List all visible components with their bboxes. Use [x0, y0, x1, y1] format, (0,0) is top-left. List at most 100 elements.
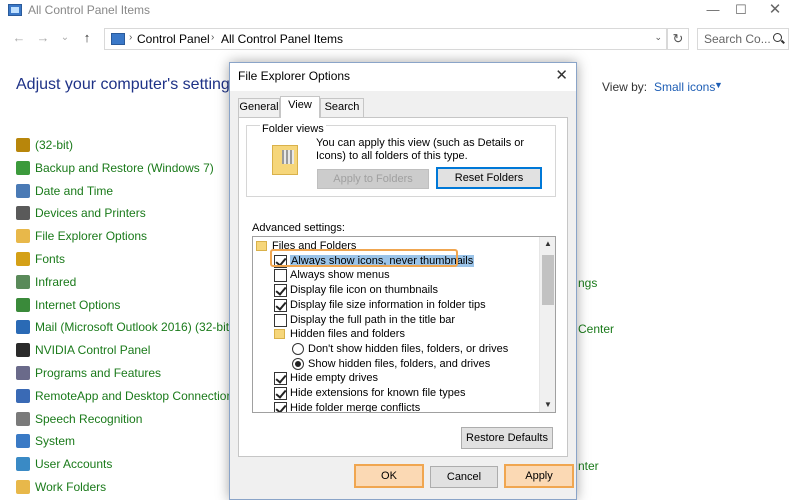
control-panel-icon — [111, 33, 125, 45]
restore-defaults-button[interactable]: Restore Defaults — [461, 427, 553, 449]
control-panel-item-label[interactable]: Devices and Printers — [35, 206, 146, 220]
breadcrumb-all-items[interactable]: All Control Panel Items — [221, 32, 343, 46]
breadcrumb-separator-icon[interactable]: › — [211, 32, 214, 43]
dialog-titlebar: File Explorer Options ✕ — [230, 63, 576, 91]
backup-icon — [16, 160, 30, 175]
address-dropdown-icon[interactable]: ⌄ — [654, 32, 662, 43]
control-panel-item-label[interactable]: Speech Recognition — [35, 412, 142, 426]
tree-checkbox-option[interactable]: Display the full path in the title bar — [253, 313, 537, 328]
checkbox[interactable] — [274, 284, 287, 298]
radio-button[interactable] — [292, 357, 304, 370]
tree-row-label: Show hidden files, folders, and drives — [308, 357, 491, 370]
tree-checkbox-option[interactable]: Hide empty drives — [253, 371, 537, 386]
highlight-outline — [270, 249, 458, 267]
tree-radio-option[interactable]: Show hidden files, folders, and drives — [253, 357, 537, 372]
tab-general[interactable]: General — [238, 98, 280, 117]
checkbox[interactable] — [274, 387, 287, 400]
checkbox[interactable] — [274, 269, 287, 283]
globe-icon — [16, 297, 30, 312]
control-panel-icon — [8, 4, 22, 16]
search-input[interactable]: Search Co... — [697, 28, 789, 50]
scroll-thumb[interactable] — [542, 255, 554, 305]
refresh-icon[interactable]: ↻ — [667, 28, 689, 50]
vertical-scrollbar[interactable]: ▲ ▼ — [539, 237, 555, 412]
ok-button[interactable]: OK — [354, 464, 424, 488]
tab-view[interactable]: View — [280, 96, 320, 118]
control-panel-item-label[interactable]: Mail (Microsoft Outlook 2016) (32-bit) — [35, 320, 233, 334]
control-panel-item-label[interactable]: Work Folders — [35, 480, 106, 494]
control-panel-item-label[interactable]: Fonts — [35, 252, 65, 266]
recent-locations-icon[interactable]: ⌄ — [56, 29, 74, 47]
up-arrow-icon[interactable]: ↑ — [78, 29, 96, 47]
infrared-icon — [16, 274, 30, 289]
control-panel-item-label[interactable]: User Accounts — [35, 457, 112, 471]
java-icon — [16, 138, 30, 152]
checkbox[interactable] — [274, 313, 287, 327]
forward-arrow-icon[interactable]: → — [34, 29, 52, 47]
partial-item-label[interactable]: Center — [578, 322, 614, 336]
control-panel-item-label[interactable]: NVIDIA Control Panel — [35, 343, 150, 357]
window-title: All Control Panel Items — [28, 3, 151, 17]
tree-row-label: Hide empty drives — [290, 372, 379, 385]
folder-views-description: You can apply this view (such as Details… — [316, 137, 525, 162]
clock-icon — [16, 183, 30, 198]
partial-item-label[interactable]: nter — [578, 459, 599, 473]
search-placeholder: Search Co... — [704, 32, 771, 46]
tree-row-label: Don't show hidden files, folders, or dri… — [308, 342, 509, 355]
folder-icon — [274, 329, 285, 340]
breadcrumb-control-panel[interactable]: Control Panel — [137, 32, 210, 46]
control-panel-item-label[interactable]: Infrared — [35, 275, 76, 289]
address-bar[interactable]: › Control Panel › All Control Panel Item… — [104, 28, 667, 50]
folder-icon — [256, 241, 267, 251]
checkbox[interactable] — [274, 298, 287, 312]
back-arrow-icon[interactable]: ← — [10, 29, 28, 47]
folder-view-icon — [272, 145, 298, 175]
control-panel-item-label[interactable]: Programs and Features — [35, 366, 161, 380]
checkbox[interactable] — [274, 372, 287, 386]
reset-folders-button[interactable]: Reset Folders — [436, 167, 542, 189]
tab-search[interactable]: Search — [320, 98, 364, 117]
work-folder-icon — [16, 480, 30, 494]
mail-icon — [16, 320, 30, 335]
close-button[interactable]: ✕ — [752, 0, 798, 22]
view-by-arrow-icon[interactable]: ▼ — [714, 80, 723, 90]
cancel-button[interactable]: Cancel — [430, 466, 498, 488]
scroll-down-icon[interactable]: ▼ — [540, 398, 555, 412]
tree-row-label: Display the full path in the title bar — [290, 313, 456, 326]
control-panel-item-label[interactable]: Date and Time — [35, 184, 113, 198]
tree-row-label: Hide extensions for known file types — [290, 387, 466, 399]
tree-category: Hidden files and folders — [253, 327, 537, 342]
control-panel-item-label[interactable]: File Explorer Options — [35, 229, 147, 243]
search-icon[interactable] — [773, 33, 782, 42]
view-by-dropdown[interactable]: Small icons — [654, 80, 715, 94]
tree-checkbox-option[interactable]: Always show menus — [253, 268, 537, 283]
folder-views-label: Folder views — [260, 123, 326, 135]
tree-checkbox-option[interactable]: Display file icon on thumbnails — [253, 283, 537, 298]
remote-icon — [16, 388, 30, 403]
control-panel-item-label[interactable]: Internet Options — [35, 298, 120, 312]
advanced-settings-label: Advanced settings: — [252, 222, 345, 234]
font-icon — [16, 252, 30, 266]
control-panel-item-label[interactable]: (32-bit) — [35, 138, 73, 152]
apply-to-folders-button[interactable]: Apply to Folders — [317, 169, 429, 189]
tree-radio-option[interactable]: Don't show hidden files, folders, or dri… — [253, 342, 537, 357]
tree-checkbox-option[interactable]: Hide folder merge conflicts — [253, 401, 537, 413]
nvidia-icon — [16, 343, 30, 358]
tree-checkbox-option[interactable]: Display file size information in folder … — [253, 298, 537, 313]
page-title: Adjust your computer's settings — [16, 76, 238, 93]
tree-row-label: Hide folder merge conflicts — [290, 401, 421, 413]
tree-checkbox-option[interactable]: Hide extensions for known file types — [253, 386, 537, 401]
dialog-close-icon[interactable]: ✕ — [555, 66, 568, 84]
control-panel-item-label[interactable]: Backup and Restore (Windows 7) — [35, 161, 214, 175]
window-titlebar: All Control Panel Items — ☐ ✕ — [0, 0, 800, 22]
control-panel-item-label[interactable]: System — [35, 434, 75, 448]
control-panel-item-label[interactable]: RemoteApp and Desktop Connections — [35, 389, 239, 403]
programs-icon — [16, 366, 30, 380]
partial-item-label[interactable]: ngs — [578, 276, 597, 290]
view-by-label: View by: — [602, 80, 648, 94]
scroll-up-icon[interactable]: ▲ — [540, 237, 555, 251]
checkbox[interactable] — [274, 401, 287, 412]
apply-button[interactable]: Apply — [504, 464, 574, 488]
breadcrumb-separator-icon[interactable]: › — [129, 32, 132, 43]
radio-button[interactable] — [292, 342, 304, 355]
